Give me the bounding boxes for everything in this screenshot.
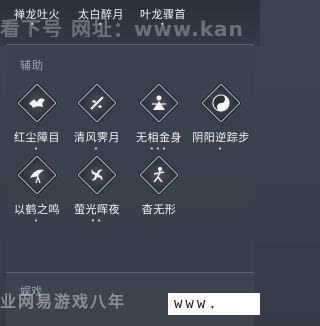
skill-name: 杳无形 [141,203,177,216]
skill-item[interactable]: 以鹤之鸣 • [8,155,66,226]
skill-name: 阴阳逆踪步 [192,131,250,144]
crane-call-icon [17,155,57,195]
skill-name: 无相金身 [136,131,182,144]
skill-diamond-frame [77,155,117,195]
top-skill-label[interactable]: 禅龙吐火 [14,6,60,22]
skill-item[interactable]: 清风霁月 • [68,83,126,154]
section-title-assist: 辅助 [20,59,44,72]
top-skill-dots: • [98,20,105,29]
skill-diamond-frame [201,83,241,123]
skill-name: 以鹤之鸣 [14,203,60,216]
skill-item[interactable]: 无相金身 ••• [130,83,188,154]
yin-yang-icon [201,83,241,123]
skill-item[interactable]: 阴阳逆踪步 • [192,83,250,154]
previous-skill-row: 禅龙吐火 • 太白醉月 • 叶龙骤首 • 看下号 网址：www.kan [0,0,260,46]
skill-diamond-frame [77,83,117,123]
skill-name: 萤光晖夜 [74,203,120,216]
skill-name: 红尘障目 [14,131,60,144]
golden-body-icon [139,83,179,123]
firefly-swirl-icon [77,155,117,195]
skill-diamond-frame [17,83,57,123]
skill-item[interactable]: 红尘障目 • [8,83,66,154]
skill-level-dots: • [217,145,225,153]
skill-item[interactable]: 杳无形 [130,155,188,217]
clear-wind-icon [77,83,117,123]
skill-level-dots: • [33,145,41,153]
skill-level-dots: • [33,217,41,225]
skill-level-dots: •• [90,217,104,225]
skill-item[interactable]: 萤光晖夜 •• [68,155,126,226]
top-skill-dots: • [160,20,167,29]
watermark-www: www. [168,293,260,315]
skill-diamond-frame [139,155,179,195]
skill-name: 清风霁月 [74,131,120,144]
skill-diamond-frame [17,155,57,195]
assist-skill-panel: 辅助 红尘障目 • 清风霁月 • 无相金身 ••• 阴阳逆踪步 • 以鹤之鸣 •… [6,44,254,274]
skill-level-dots: ••• [149,145,169,153]
skill-diamond-frame [139,83,179,123]
red-dust-icon [17,83,57,123]
skill-level-dots: • [93,145,101,153]
formless-icon [139,155,179,195]
top-skill-dots: • [30,20,37,29]
